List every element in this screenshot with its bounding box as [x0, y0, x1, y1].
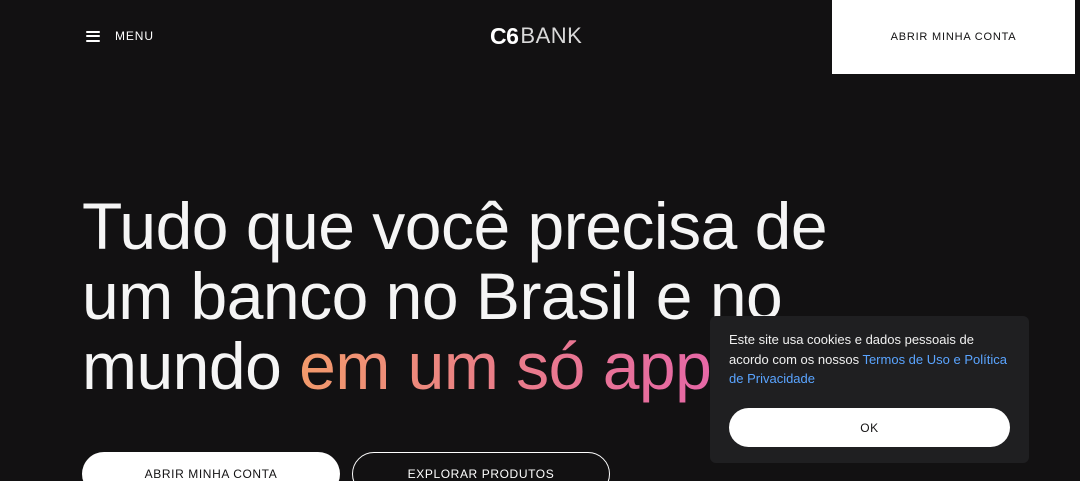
cookie-message: Este site usa cookies e dados pessoais d…: [729, 330, 1010, 389]
open-account-button[interactable]: ABRIR MINHA CONTA: [82, 452, 340, 481]
logo-mark: C6: [490, 22, 519, 49]
hero-highlight: em um só app: [299, 329, 712, 403]
top-navigation: MENU C6 BANK ABRIR MINHA CONTA: [0, 0, 1080, 74]
open-account-header-button[interactable]: ABRIR MINHA CONTA: [832, 0, 1075, 74]
explore-products-button[interactable]: EXPLORAR PRODUTOS: [352, 452, 610, 481]
hero-line-1: Tudo que você precisa de: [82, 189, 828, 263]
cookie-banner: Este site usa cookies e dados pessoais d…: [710, 316, 1029, 463]
menu-label: MENU: [115, 29, 154, 43]
cookie-ok-button[interactable]: OK: [729, 408, 1010, 447]
menu-button[interactable]: MENU: [86, 26, 154, 46]
logo-word: BANK: [520, 23, 583, 48]
link-connector: e: [949, 351, 965, 367]
c6-bank-logo[interactable]: C6 BANK: [490, 22, 582, 50]
hero-line-3-plain: mundo: [82, 329, 300, 403]
terms-of-use-link[interactable]: Termos de Uso: [862, 352, 949, 367]
hamburger-icon: [86, 30, 100, 42]
